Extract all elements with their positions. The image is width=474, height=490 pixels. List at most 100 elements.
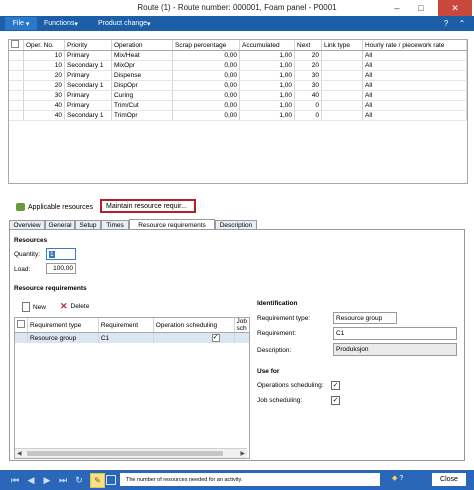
grid-cell[interactable]: All — [362, 90, 467, 101]
table-row[interactable]: 40 Primary Trim/Cut 0,00 1,00 0 All — [9, 100, 467, 111]
minimize-button[interactable]: – — [386, 0, 408, 16]
row-selector[interactable] — [9, 50, 24, 61]
help-icon[interactable]: ? — [440, 18, 452, 29]
quantity-field[interactable]: 1 — [46, 248, 76, 260]
grid-cell[interactable]: 40 — [294, 90, 322, 101]
grid-cell[interactable]: 0 — [294, 100, 322, 111]
table-row[interactable]: Resource group C1 ✓ — [15, 332, 249, 343]
grid-cell[interactable]: 30 — [23, 90, 65, 101]
grid-cell[interactable]: 0,00 — [172, 90, 240, 101]
refresh-icon[interactable]: ↻ — [74, 475, 84, 485]
row-selector[interactable] — [9, 110, 24, 121]
grid-cell[interactable]: Primary — [64, 100, 112, 111]
grid-cell[interactable]: 1,00 — [239, 90, 295, 101]
file-menu[interactable]: File ▾ — [5, 17, 37, 30]
delete-button[interactable]: ✕ Delete — [60, 302, 89, 311]
grid-cell[interactable] — [321, 60, 363, 71]
operation-scheduling-checkbox[interactable]: ✓ — [153, 332, 235, 343]
grid-cell[interactable]: 40 — [23, 100, 65, 111]
row-selector[interactable] — [9, 90, 24, 101]
grid-cell[interactable]: MixOpr — [111, 60, 173, 71]
col-header[interactable]: Link type — [321, 40, 363, 51]
grid-cell[interactable]: 10 — [23, 60, 65, 71]
grid-cell[interactable]: 20 — [294, 60, 322, 71]
col-header[interactable]: Requirement type — [27, 318, 99, 333]
help-button[interactable]: ◆? — [392, 474, 403, 483]
col-header[interactable]: Job sch — [234, 318, 249, 333]
close-window-button[interactable]: ✕ — [438, 0, 472, 16]
grid-cell[interactable]: 20 — [23, 70, 65, 81]
grid-cell[interactable]: 1,00 — [239, 110, 295, 121]
grid-cell[interactable]: 20 — [294, 50, 322, 61]
applicable-resources-button[interactable]: Applicable resources — [16, 203, 93, 211]
grid-cell[interactable]: 30 — [294, 70, 322, 81]
grid-cell[interactable]: Primary — [64, 50, 112, 61]
grid-cell[interactable]: 0,00 — [172, 60, 240, 71]
grid-cell[interactable]: Secondary 1 — [64, 80, 112, 91]
grid-cell[interactable]: All — [362, 70, 467, 81]
col-header[interactable]: Accumulated — [239, 40, 295, 51]
table-row[interactable]: 40 Secondary 1 TrimOpr 0,00 1,00 0 All — [9, 110, 467, 121]
col-header[interactable]: Requirement — [98, 318, 154, 333]
grid-cell[interactable]: All — [362, 60, 467, 71]
col-header[interactable]: Scrap percentage — [172, 40, 240, 51]
select-all-checkbox[interactable] — [9, 40, 24, 51]
grid-cell[interactable]: Curing — [111, 90, 173, 101]
grid-cell[interactable]: DispOpr — [111, 80, 173, 91]
grid-cell[interactable]: All — [362, 80, 467, 91]
requirement-field[interactable]: C1 — [333, 327, 457, 340]
grid-cell[interactable]: 1,00 — [239, 80, 295, 91]
close-button[interactable]: Close — [432, 473, 466, 486]
grid-cell[interactable]: TrimOpr — [111, 110, 173, 121]
grid-cell[interactable]: 0,00 — [172, 80, 240, 91]
col-header[interactable]: Operation scheduling — [153, 318, 235, 333]
grid-cell[interactable]: 20 — [23, 80, 65, 91]
grid-cell[interactable]: Primary — [64, 90, 112, 101]
collapse-icon[interactable]: ⌃ — [456, 18, 468, 29]
grid-cell[interactable]: 1,00 — [239, 100, 295, 111]
grid-cell[interactable]: Secondary 1 — [64, 110, 112, 121]
grid-cell[interactable]: 0,00 — [172, 70, 240, 81]
grid-cell[interactable] — [321, 80, 363, 91]
grid-cell[interactable] — [321, 100, 363, 111]
grid-cell[interactable]: 10 — [23, 50, 65, 61]
grid-cell[interactable]: 1,00 — [239, 70, 295, 81]
grid-cell[interactable]: 40 — [23, 110, 65, 121]
grid-cell[interactable]: Primary — [64, 70, 112, 81]
last-record-icon[interactable]: ⏭ — [58, 475, 68, 485]
operations-scheduling-checkbox[interactable]: ✓ — [331, 381, 340, 390]
row-selector[interactable] — [9, 60, 24, 71]
col-header[interactable]: Oper. No. — [23, 40, 65, 51]
grid-cell[interactable]: 1,00 — [239, 50, 295, 61]
grid-cell[interactable]: All — [362, 110, 467, 121]
grid-cell[interactable]: Mix/Heat — [111, 50, 173, 61]
functions-menu[interactable]: Functions ▾ — [44, 17, 78, 30]
grid-cell[interactable]: All — [362, 50, 467, 61]
maintain-resource-requirements-button[interactable]: Maintain resource requir... — [100, 199, 196, 213]
table-row[interactable]: 20 Primary Dispense 0,00 1,00 30 All — [9, 70, 467, 81]
next-record-icon[interactable]: ▶ — [42, 475, 52, 485]
grid-cell[interactable]: 0,00 — [172, 100, 240, 111]
grid-cell[interactable] — [321, 70, 363, 81]
grid-cell[interactable] — [321, 50, 363, 61]
col-header[interactable]: Operation — [111, 40, 173, 51]
load-field[interactable]: 100,00 — [46, 263, 76, 274]
grid-cell[interactable] — [321, 90, 363, 101]
grid-cell[interactable]: 0,00 — [172, 110, 240, 121]
table-row[interactable]: 30 Primary Curing 0,00 1,00 40 All — [9, 90, 467, 101]
grid-cell[interactable]: Trim/Cut — [111, 100, 173, 111]
row-selector[interactable] — [9, 70, 24, 81]
grid-cell[interactable]: All — [362, 100, 467, 111]
job-scheduling-checkbox[interactable]: ✓ — [331, 396, 340, 405]
col-header[interactable]: Priority — [64, 40, 112, 51]
product-change-menu[interactable]: Product change ▾ — [98, 17, 151, 30]
grid-cell[interactable]: Secondary 1 — [64, 60, 112, 71]
maximize-button[interactable]: □ — [410, 0, 432, 16]
previous-record-icon[interactable]: ◀ — [26, 475, 36, 485]
grid-cell[interactable]: Dispense — [111, 70, 173, 81]
scrollbar-thumb[interactable] — [27, 451, 223, 456]
select-all-checkbox[interactable] — [15, 318, 29, 333]
requirement-type-select[interactable]: Resource group — [333, 312, 397, 324]
horizontal-scrollbar[interactable]: ◀ ▶ — [15, 448, 247, 458]
edit-pencil-icon[interactable]: ✎ — [90, 473, 105, 488]
